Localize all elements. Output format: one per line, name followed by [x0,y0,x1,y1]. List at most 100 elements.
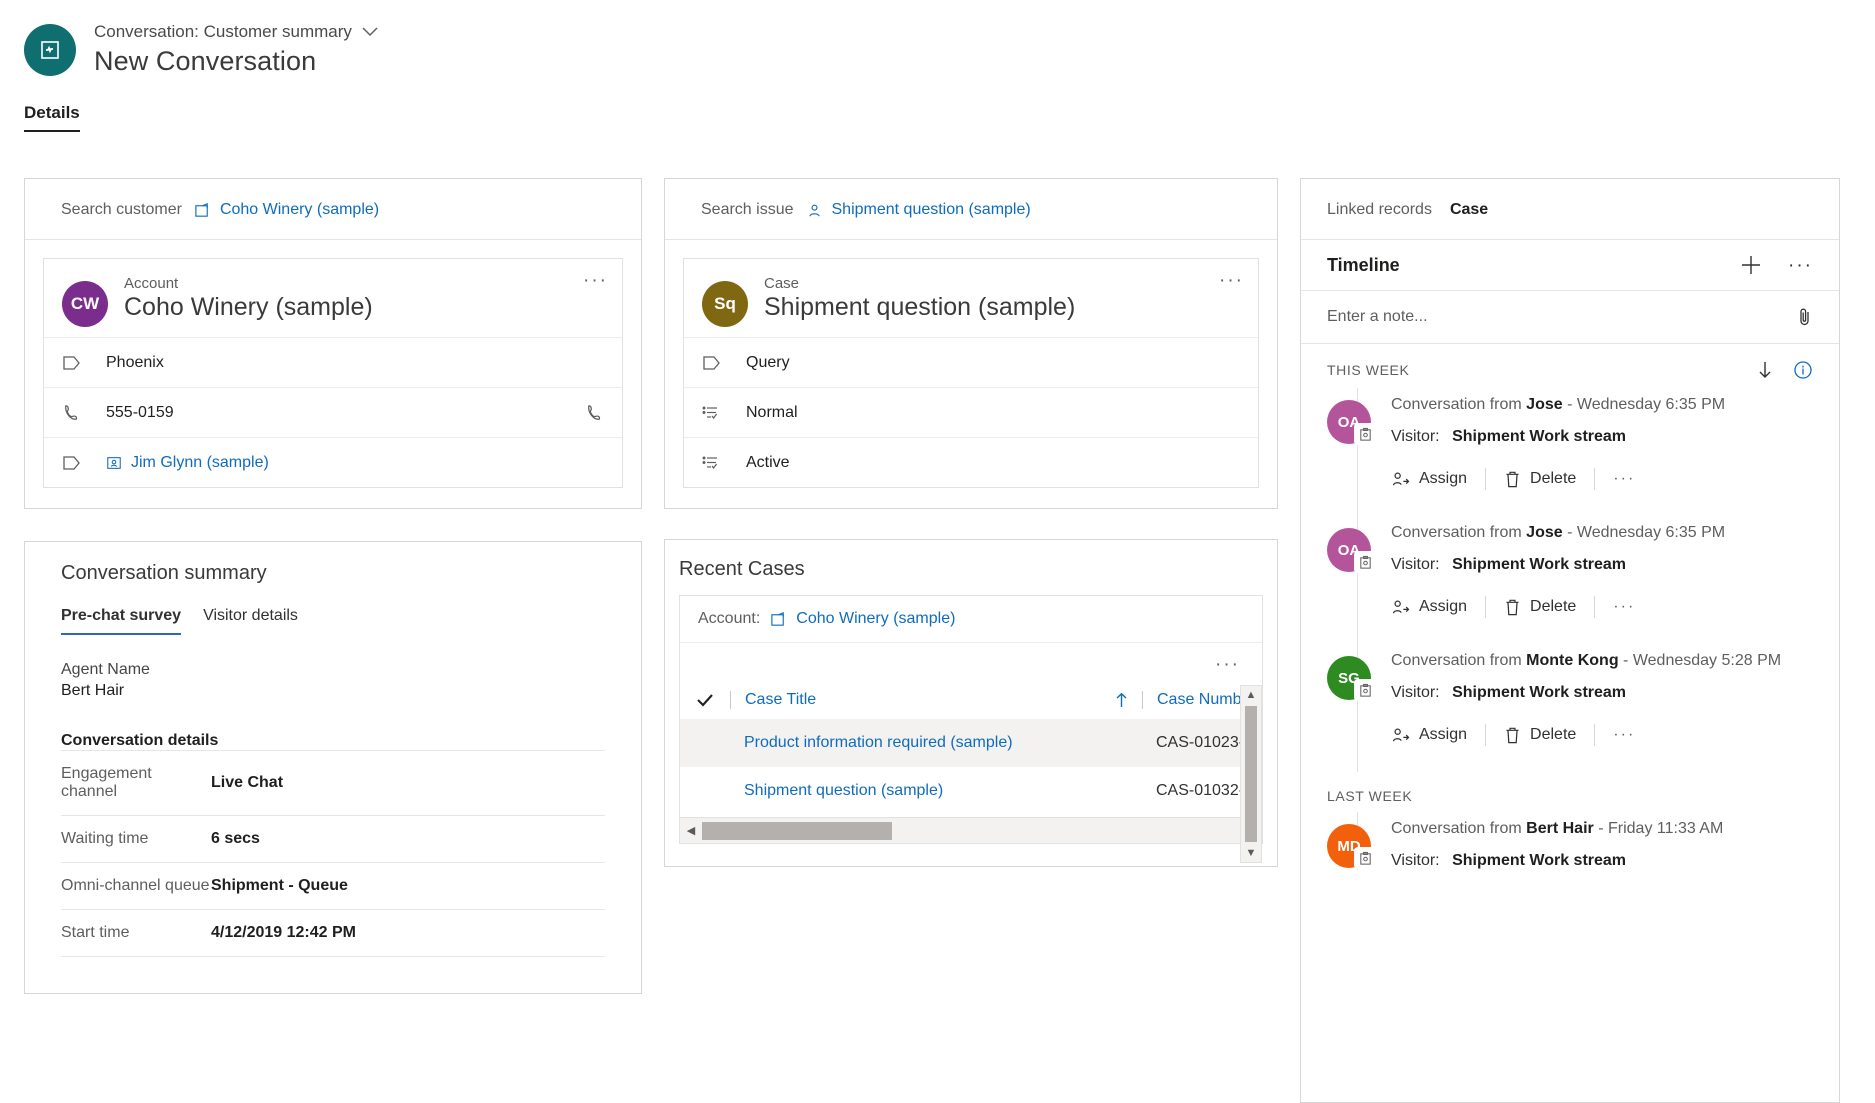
timeline-item[interactable]: OA Conversation from Jose - [1327,516,1839,644]
sort-ascending-icon[interactable] [1115,692,1142,708]
timeline-item-prefix: Conversation from [1391,396,1522,413]
detail-row-engagement-channel: Engagement channel Live Chat [61,750,605,815]
timeline-item[interactable]: OA Conversation from Jose - [1327,388,1839,516]
timeline-item-body: Conversation from Bert Hair - Friday 11:… [1385,820,1839,870]
recent-cases-account-lookup[interactable]: Coho Winery (sample) [770,610,955,628]
scroll-up-icon[interactable]: ▲ [1246,686,1257,704]
timeline-avatar-wrap: SG [1327,652,1385,772]
timeline-avatar-wrap: MD [1327,820,1385,870]
search-customer-row[interactable]: Search customer Coho Winery (sample) [25,179,641,240]
check-icon[interactable] [680,693,730,707]
timeline-list-this-week: OA Conversation from Jose - [1301,388,1839,772]
case-field-priority: Normal [684,387,1258,437]
detail-value: Live Chat [211,774,283,792]
cell-case-title[interactable]: Shipment question (sample) [730,782,1142,800]
linked-records-value[interactable]: Case [1450,201,1488,219]
timeline-item-header: Conversation from Monte Kong - Wednesday… [1391,652,1839,670]
address-icon [62,355,86,371]
timeline-item-prefix: Conversation from [1391,820,1522,837]
search-issue-row[interactable]: Search issue Shipment question (sample) [665,179,1277,240]
scroll-down-icon[interactable]: ▼ [1246,844,1257,862]
visitor-label: Visitor: [1391,556,1440,573]
address-icon [702,355,726,371]
issue-panel: Search issue Shipment question (sample) … [664,178,1278,509]
scroll-thumb[interactable] [1245,706,1257,842]
case-card-header: Sq Case Shipment question (sample) ··· [684,259,1258,337]
breadcrumb[interactable]: Conversation: Customer summary [94,22,378,42]
chevron-down-icon[interactable] [362,27,378,37]
note-placeholder: Enter a note... [1327,308,1428,326]
column-right: Linked records Case Timeline ··· Enter a… [1300,178,1840,1103]
page-title: New Conversation [94,46,378,77]
table-row[interactable]: Product information required (sample) CA… [680,719,1262,767]
timeline-item-visitor: Visitor: Shipment Work stream [1391,852,1839,870]
timeline-item-separator: - [1567,396,1572,413]
timeline-item-separator: - [1598,820,1603,837]
tab-visitor-details[interactable]: Visitor details [203,607,298,635]
conversation-summary-tabs: Pre-chat survey Visitor details [61,607,605,635]
delete-button[interactable]: Delete [1504,726,1576,745]
tab-details[interactable]: Details [24,103,80,132]
scroll-track[interactable] [702,818,1240,844]
contact-icon [106,455,122,471]
recent-cases-overflow-button[interactable]: ··· [1215,655,1240,674]
cell-case-title[interactable]: Product information required (sample) [730,734,1142,752]
assign-button[interactable]: Assign [1391,726,1467,745]
recent-cases-account-row: Account: Coho Winery (sample) [680,596,1262,643]
timeline-title: Timeline [1327,255,1400,276]
info-icon[interactable] [1793,360,1813,380]
conversation-record-icon [1354,679,1376,701]
trash-icon [1504,598,1521,617]
case-overflow-button[interactable]: ··· [1219,271,1244,290]
timeline-item[interactable]: SG Conversation from Monte Kong [1327,644,1839,772]
recent-cases-account-label: Account: [698,610,760,628]
linked-records-row: Linked records Case [1301,179,1839,239]
arrow-down-icon[interactable] [1757,360,1773,380]
customer-lookup[interactable]: Coho Winery (sample) [194,201,379,219]
header-text: Conversation: Customer summary New Conve… [94,22,378,77]
more-icon[interactable]: ··· [1788,256,1813,275]
detail-row-waiting-time: Waiting time 6 secs [61,815,605,862]
paperclip-icon[interactable] [1797,307,1813,327]
delete-button[interactable]: Delete [1504,598,1576,617]
visitor-value: Shipment Work stream [1452,852,1626,869]
phone-call-icon[interactable] [585,403,604,422]
detail-row-omni-channel-queue: Omni-channel queue Shipment - Queue [61,862,605,909]
scroll-left-icon[interactable]: ◀ [680,824,702,837]
entity-type-label: Case [764,275,1075,292]
timeline-item-author: Jose [1526,396,1562,413]
contact-lookup[interactable]: Jim Glynn (sample) [106,454,604,472]
assign-button[interactable]: Assign [1391,470,1467,489]
table-row[interactable]: Shipment question (sample) CAS-01032-B4G [680,767,1262,815]
note-input-row[interactable]: Enter a note... [1301,291,1839,344]
contact-person-icon [806,202,823,219]
visitor-value: Shipment Work stream [1452,428,1626,445]
timeline-item-header: Conversation from Jose - Wednesday 6:35 … [1391,524,1839,542]
timeline-item[interactable]: MD Conversation from Bert Hair [1327,812,1839,870]
assign-button[interactable]: Assign [1391,598,1467,617]
trash-icon [1504,470,1521,489]
grid-column-case-title[interactable]: Case Title [730,691,1142,709]
tab-pre-chat-survey[interactable]: Pre-chat survey [61,607,181,635]
issue-lookup[interactable]: Shipment question (sample) [806,201,1031,219]
recent-cases-account-value: Coho Winery (sample) [796,610,955,628]
account-overflow-button[interactable]: ··· [583,271,608,290]
grid-horizontal-scrollbar[interactable]: ◀ ▶ [680,817,1262,843]
grid-vertical-scrollbar[interactable]: ▲ ▼ [1240,685,1262,863]
timeline-item-more-button[interactable]: ··· [1613,726,1635,744]
timeline-item-more-button[interactable]: ··· [1613,598,1635,616]
assign-label: Assign [1419,470,1467,488]
phone-icon [62,403,86,422]
timeline-group-last-week: LAST WEEK [1301,772,1839,812]
conversation-details-heading: Conversation details [61,732,605,750]
delete-button[interactable]: Delete [1504,470,1576,489]
entity-type-label: Account [124,275,373,292]
plus-icon[interactable] [1740,254,1762,276]
timeline-item-visitor: Visitor: Shipment Work stream [1391,556,1839,574]
delete-label: Delete [1530,726,1576,744]
scroll-thumb[interactable] [702,822,892,840]
entity-name-label: Coho Winery (sample) [124,293,373,322]
timeline-group-label: LAST WEEK [1327,788,1412,804]
assign-icon [1391,470,1410,489]
timeline-item-more-button[interactable]: ··· [1613,470,1635,488]
